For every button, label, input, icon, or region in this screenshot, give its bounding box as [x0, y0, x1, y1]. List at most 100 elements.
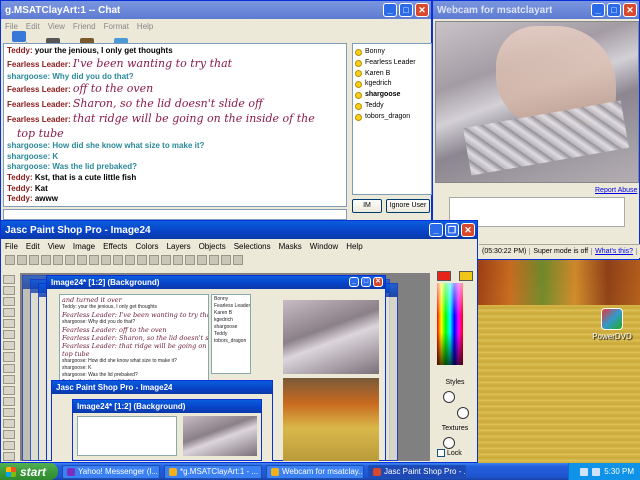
psp-menu-image[interactable]: Image — [73, 242, 95, 251]
textures-foreground-button[interactable] — [443, 437, 455, 449]
overview-icon[interactable] — [173, 255, 183, 265]
foreground-color-chip[interactable] — [437, 271, 451, 281]
taskbar-button[interactable]: Jasc Paint Shop Pro - ... — [368, 464, 466, 479]
chat-menu-help[interactable]: Help — [137, 22, 153, 31]
layers-icon[interactable] — [161, 255, 171, 265]
member-list-item[interactable]: Fearless Leader — [355, 58, 429, 69]
image24-close-button[interactable]: ✕ — [373, 277, 383, 287]
psp-menu-view[interactable]: View — [48, 242, 65, 251]
member-list-item[interactable]: Teddy — [355, 101, 429, 112]
taskbar-button[interactable]: Webcam for msatclay... — [266, 464, 364, 479]
browse-icon[interactable] — [125, 255, 135, 265]
member-list-item[interactable]: tobors_dragon — [355, 112, 429, 123]
image24-titlebar[interactable]: Image24* [1:2] (Background) _ □ ✕ — [47, 276, 385, 289]
psp-menu-selections[interactable]: Selections — [234, 242, 271, 251]
clone-brush-tool-icon[interactable] — [3, 396, 15, 406]
webcam-maximize-button[interactable]: □ — [607, 3, 621, 17]
undo-icon[interactable] — [101, 255, 111, 265]
psp-menu-file[interactable]: File — [5, 242, 18, 251]
pan-tool-icon[interactable] — [3, 286, 15, 296]
psp-menu-masks[interactable]: Masks — [279, 242, 302, 251]
network-icon[interactable] — [580, 467, 589, 476]
selection-tool-icon[interactable] — [3, 341, 15, 351]
styles-foreground-button[interactable] — [443, 391, 455, 403]
scratch-remover-tool-icon[interactable] — [3, 429, 15, 439]
member-list-item[interactable]: kgedrich — [355, 79, 429, 90]
paste-icon[interactable] — [89, 255, 99, 265]
retouch-tool-icon[interactable] — [3, 418, 15, 428]
styles-background-button[interactable] — [457, 407, 469, 419]
zoom-icon[interactable] — [137, 255, 147, 265]
open-icon[interactable] — [17, 255, 27, 265]
chat-room-member-list[interactable]: Bonny Fearless Leader Karen B kgedrich sharg… — [352, 43, 432, 195]
psp-titlebar[interactable]: Jasc Paint Shop Pro - Image24 _ ❐ ✕ — [1, 221, 477, 239]
cut-icon[interactable] — [65, 255, 75, 265]
redo-icon[interactable] — [113, 255, 123, 265]
crop-tool-icon[interactable] — [3, 319, 15, 329]
arrow-tool-icon[interactable] — [3, 275, 15, 285]
psp-menu-effects[interactable]: Effects — [103, 242, 127, 251]
histogram-icon[interactable] — [185, 255, 195, 265]
member-list-item[interactable]: Bonny — [355, 47, 429, 58]
copy-icon[interactable] — [77, 255, 87, 265]
psp-restore-button[interactable]: ❐ — [445, 223, 459, 237]
psp-menu-edit[interactable]: Edit — [26, 242, 40, 251]
lock-checkbox[interactable] — [437, 449, 445, 457]
image24-window[interactable]: Image24* [1:2] (Background) _ □ ✕ and tu… — [46, 275, 386, 461]
psp-menu-layers[interactable]: Layers — [167, 242, 191, 251]
chat-transcript[interactable]: Teddy: your the jenious, I only get thou… — [3, 43, 347, 207]
magic-wand-tool-icon[interactable] — [3, 363, 15, 373]
eraser-tool-icon[interactable] — [3, 440, 15, 450]
start-button[interactable]: start — [0, 463, 58, 480]
powerdvd-desktop-icon[interactable]: PowerDVD — [592, 308, 632, 341]
psp-menu-window[interactable]: Window — [310, 242, 338, 251]
taskbar-button[interactable]: *g.MSATClayArt:1 - ... — [164, 464, 262, 479]
psp-close-button[interactable]: ✕ — [461, 223, 475, 237]
chat-menu-friend[interactable]: Friend — [73, 22, 96, 31]
chat-maximize-button[interactable]: □ — [399, 3, 413, 17]
psp-minimize-button[interactable]: _ — [429, 223, 443, 237]
psp-menu-objects[interactable]: Objects — [199, 242, 226, 251]
chat-titlebar[interactable]: g.MSATClayArt:1 -- Chat _ □ ✕ — [1, 1, 431, 19]
ignore-user-button[interactable]: Ignore User — [386, 199, 430, 213]
webcam-minimize-button[interactable]: _ — [591, 3, 605, 17]
chat-message-input[interactable] — [3, 209, 347, 220]
volume-icon[interactable] — [592, 467, 601, 476]
webcam-titlebar[interactable]: Webcam for msatclayart _ □ ✕ — [433, 1, 639, 19]
print-icon[interactable] — [41, 255, 51, 265]
help-icon[interactable] — [233, 255, 243, 265]
zoom-tool-icon[interactable] — [3, 297, 15, 307]
im-button[interactable]: IM — [352, 199, 382, 213]
member-list-item[interactable]: shargoose — [355, 90, 429, 101]
fullscreen-icon[interactable] — [149, 255, 159, 265]
deform-tool-icon[interactable] — [3, 308, 15, 318]
dropper-tool-icon[interactable] — [3, 374, 15, 384]
script-icon[interactable] — [221, 255, 231, 265]
chat-menu-file[interactable]: File — [5, 22, 18, 31]
chat-menu-format[interactable]: Format — [104, 22, 129, 31]
color-replacer-tool-icon[interactable] — [3, 407, 15, 417]
chat-menu-edit[interactable]: Edit — [26, 22, 40, 31]
image24-maximize-button[interactable]: □ — [361, 277, 371, 287]
picture-tube-tool-icon[interactable] — [3, 452, 15, 462]
color-palette-icon[interactable] — [209, 255, 219, 265]
tool-options-icon[interactable] — [197, 255, 207, 265]
member-list-item[interactable]: Karen B — [355, 69, 429, 80]
chat-menu-view[interactable]: View — [48, 22, 65, 31]
background-color-chip[interactable] — [459, 271, 473, 281]
freehand-tool-icon[interactable] — [3, 352, 15, 362]
mover-tool-icon[interactable] — [3, 330, 15, 340]
lock-option[interactable]: Lock — [437, 449, 462, 457]
psp-menu-help[interactable]: Help — [346, 242, 362, 251]
color-picker-spectrum[interactable] — [437, 283, 463, 365]
image24-minimize-button[interactable]: _ — [349, 277, 359, 287]
new-icon[interactable] — [5, 255, 15, 265]
webcam-close-button[interactable]: ✕ — [623, 3, 637, 17]
report-abuse-link[interactable]: Report Abuse — [595, 187, 637, 194]
chat-close-button[interactable]: ✕ — [415, 3, 429, 17]
save-icon[interactable] — [29, 255, 39, 265]
psp-menu-colors[interactable]: Colors — [135, 242, 158, 251]
scan-icon[interactable] — [53, 255, 63, 265]
paint-brush-tool-icon[interactable] — [3, 385, 15, 395]
whats-this-link[interactable]: What's this? — [592, 248, 638, 255]
